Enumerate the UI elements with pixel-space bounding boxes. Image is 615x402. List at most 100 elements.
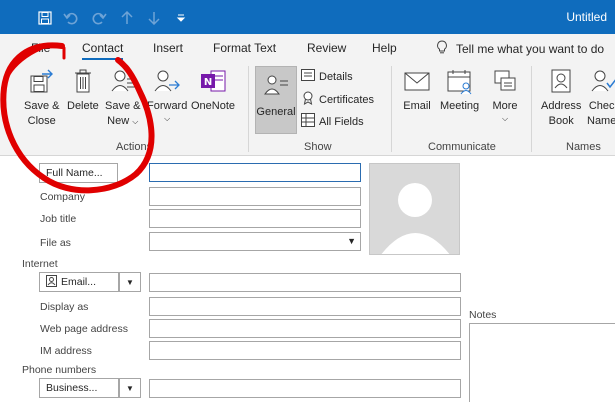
separator	[248, 66, 249, 152]
ribbon: Save & Close Delete Save & New ⌵ Forward…	[0, 62, 615, 156]
notes-label: Notes	[469, 309, 497, 321]
full-name-button[interactable]: Full Name...	[39, 163, 118, 183]
contact-card-icon	[46, 274, 57, 290]
up-arrow-icon[interactable]	[116, 7, 138, 29]
address-book-label-2: Book	[548, 115, 574, 127]
forward-button[interactable]: Forward ⌵	[147, 67, 187, 124]
save-close-label-2: Close	[27, 115, 56, 127]
communicate-group-label: Communicate	[428, 141, 496, 153]
notes-textarea[interactable]	[469, 323, 615, 402]
address-book-label-1: Address	[541, 100, 582, 112]
save-new-button[interactable]: Save & New ⌵	[105, 67, 140, 129]
more-button[interactable]: More ⌵	[491, 67, 519, 124]
tab-contact[interactable]: Contact	[82, 41, 124, 60]
undo-icon[interactable]	[60, 7, 82, 29]
im-address-input[interactable]	[149, 341, 461, 360]
email-label: Email	[403, 100, 431, 112]
save-close-label-1: Save &	[24, 100, 60, 112]
web-page-label: Web page address	[40, 323, 128, 335]
email-button[interactable]: Email	[403, 67, 431, 114]
details-icon	[301, 69, 315, 84]
meeting-button[interactable]: Meeting	[440, 67, 479, 114]
delete-button[interactable]: Delete	[67, 67, 99, 114]
avatar-placeholder-icon	[381, 183, 450, 254]
more-icon	[491, 67, 519, 95]
file-as-label: File as	[40, 237, 71, 249]
email-type-dropdown[interactable]: ▼	[119, 272, 141, 292]
file-as-select[interactable]: ▼	[149, 232, 361, 251]
tab-insert[interactable]: Insert	[153, 41, 183, 55]
certificate-icon	[301, 91, 315, 108]
web-page-input[interactable]	[149, 319, 461, 338]
contact-photo[interactable]	[369, 163, 460, 255]
address-book-icon	[547, 67, 575, 95]
title-bar: Untitled	[0, 0, 615, 34]
forward-label: Forward	[147, 100, 188, 112]
business-phone-input[interactable]	[149, 379, 461, 398]
details-label: Details	[319, 70, 353, 83]
down-arrow-icon[interactable]	[143, 7, 165, 29]
forward-chevron-icon: ⌵	[164, 114, 171, 123]
onenote-icon: N	[199, 67, 227, 95]
tab-review[interactable]: Review	[307, 41, 346, 55]
tab-file[interactable]: File	[31, 41, 50, 55]
dropdown-arrow-icon: ▼	[347, 236, 356, 246]
names-group-label: Names	[566, 141, 601, 153]
contact-form: Full Name... Company Job title File as ▼…	[0, 157, 615, 402]
company-label: Company	[40, 191, 85, 203]
full-name-label: Full Name...	[46, 167, 103, 179]
tab-format-text[interactable]: Format Text	[213, 41, 276, 55]
window-title: Untitled	[566, 10, 607, 24]
im-address-label: IM address	[40, 345, 92, 357]
tell-me-box[interactable]: Tell me what you want to do	[436, 40, 604, 57]
save-close-icon	[28, 67, 56, 95]
display-as-input[interactable]	[149, 297, 461, 316]
certificates-button[interactable]: Certificates	[301, 91, 374, 108]
all-fields-button[interactable]: All Fields	[301, 113, 364, 130]
display-as-label: Display as	[40, 301, 89, 313]
redo-icon[interactable]	[88, 7, 110, 29]
general-button[interactable]: General	[255, 66, 297, 134]
business-phone-label: Business...	[46, 382, 98, 394]
email-input[interactable]	[149, 273, 461, 292]
business-phone-button[interactable]: Business...	[39, 378, 119, 398]
check-names-label-2: Names	[587, 115, 615, 127]
general-label: General	[256, 106, 296, 118]
full-name-input[interactable]	[149, 163, 361, 182]
check-names-button[interactable]: Check Names	[587, 67, 615, 129]
meeting-label: Meeting	[440, 100, 480, 112]
actions-group-label: Actions	[116, 141, 153, 153]
customize-icon[interactable]	[170, 7, 192, 29]
save-close-button[interactable]: Save & Close	[24, 67, 59, 129]
trash-icon	[69, 67, 97, 95]
all-fields-icon	[301, 113, 315, 130]
separator	[531, 66, 532, 152]
general-icon	[263, 73, 289, 100]
save-new-icon	[109, 67, 137, 95]
more-label: More	[492, 100, 518, 112]
separator	[391, 66, 392, 152]
tab-help[interactable]: Help	[372, 41, 397, 55]
phone-numbers-section-label: Phone numbers	[22, 364, 97, 376]
envelope-icon	[403, 67, 431, 95]
address-book-button[interactable]: Address Book	[541, 67, 581, 129]
all-fields-label: All Fields	[319, 115, 364, 128]
ribbon-tabs: File Contact Insert Format Text Review H…	[0, 34, 615, 62]
svg-text:N: N	[204, 77, 212, 88]
meeting-icon	[446, 67, 474, 95]
details-button[interactable]: Details	[301, 69, 353, 84]
tell-me-text: Tell me what you want to do	[456, 41, 605, 56]
email-type-button[interactable]: Email...	[39, 272, 119, 292]
job-title-label: Job title	[40, 213, 77, 225]
job-title-input[interactable]	[149, 209, 361, 228]
certificates-label: Certificates	[319, 93, 375, 106]
business-phone-dropdown[interactable]: ▼	[119, 378, 141, 398]
forward-contact-icon	[153, 67, 181, 95]
save-icon[interactable]	[34, 7, 56, 29]
onenote-label: OneNote	[191, 100, 236, 112]
lightbulb-icon	[436, 40, 448, 57]
company-input[interactable]	[149, 187, 361, 206]
email-type-label: Email...	[61, 276, 97, 288]
onenote-button[interactable]: N OneNote	[191, 67, 235, 114]
check-names-icon	[590, 67, 615, 95]
